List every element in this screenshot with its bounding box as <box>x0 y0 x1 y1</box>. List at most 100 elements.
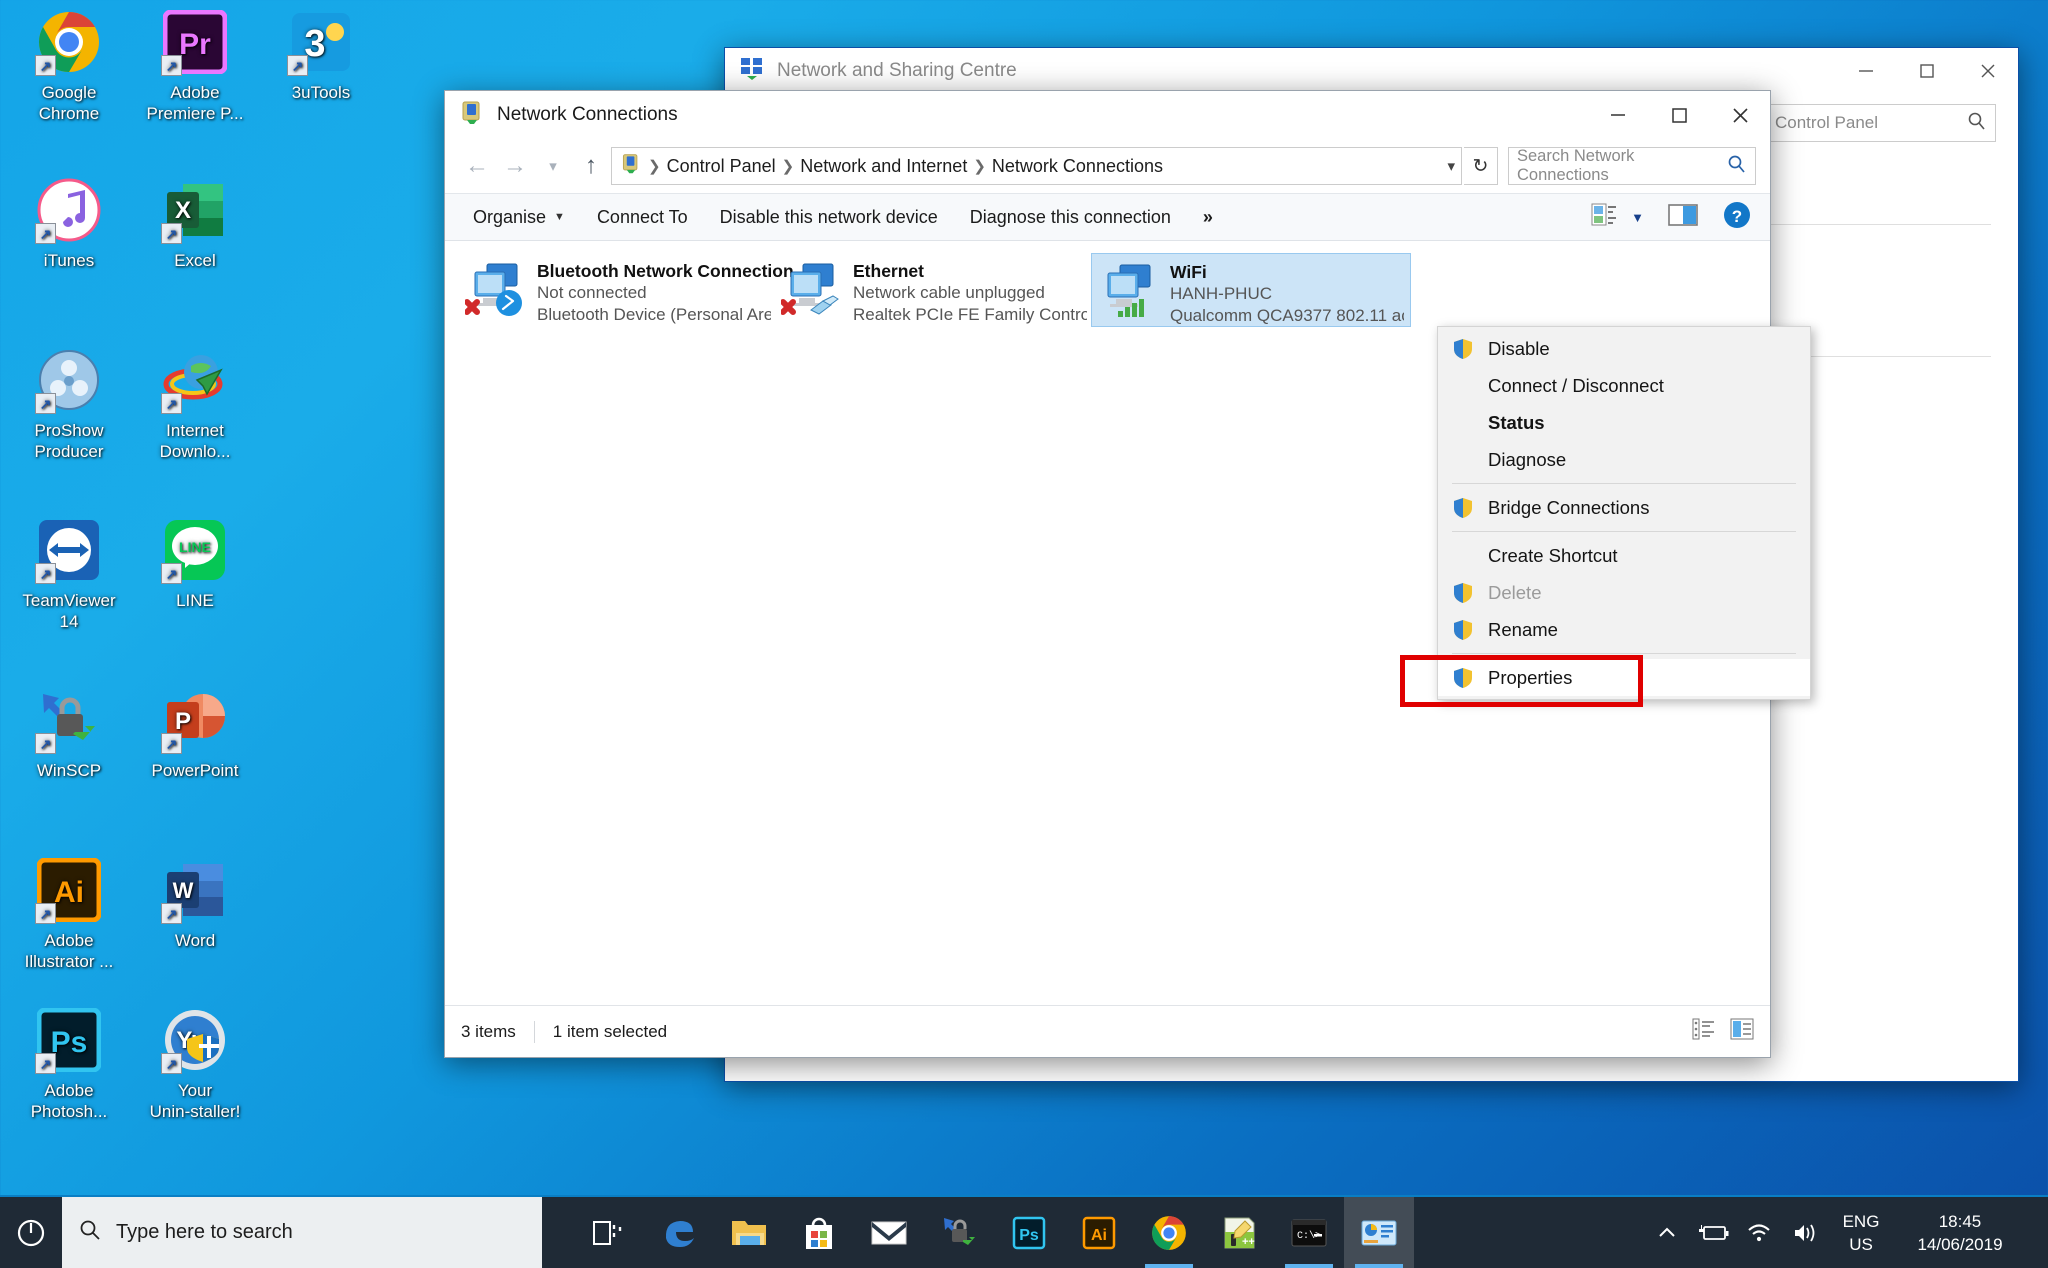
show-hidden-icons-chevron-up-icon[interactable] <box>1644 1196 1690 1268</box>
organise-button[interactable]: Organise ▼ <box>457 200 581 234</box>
chevron-down-icon[interactable]: ▾ <box>1447 157 1455 175</box>
volume-icon[interactable] <box>1782 1196 1828 1268</box>
battery-icon[interactable] <box>1690 1196 1736 1268</box>
nc-title: Network Connections <box>497 104 678 125</box>
shortcut-arrow-icon <box>35 393 56 414</box>
connect-to-button[interactable]: Connect To <box>581 200 704 234</box>
clock[interactable]: 18:45 14/06/2019 <box>1894 1210 2026 1256</box>
taskbar-search-placeholder: Type here to search <box>116 1221 293 1243</box>
desktop-icon-winscp[interactable]: WinSCP <box>6 688 132 781</box>
menu-item-bridge-connections[interactable]: Bridge Connections <box>1438 489 1810 526</box>
control-panel-icon[interactable] <box>1344 1197 1414 1268</box>
details-view-icon[interactable] <box>1692 1018 1716 1045</box>
start-button[interactable] <box>0 1196 62 1268</box>
desktop-icon-itunes[interactable]: iTunes <box>6 178 132 271</box>
breadcrumb[interactable]: ❯ Control Panel ❯ Network and Internet ❯… <box>611 147 1462 185</box>
nsc-close-button[interactable] <box>1957 48 2018 94</box>
file-explorer-icon[interactable] <box>714 1197 784 1268</box>
desktop-icon-adobe-premiere[interactable]: Pr Adobe Premiere P... <box>132 9 258 124</box>
active-indicator <box>1355 1264 1403 1268</box>
preview-pane-icon[interactable] <box>1668 203 1698 232</box>
internet-download-manager-icon <box>161 348 227 414</box>
desktop-icon-label: TeamViewer 14 <box>22 591 116 631</box>
desktop-icon-label: ProShow Producer <box>34 421 104 461</box>
recent-locations-chevron-icon[interactable]: ▾ <box>535 148 571 184</box>
nsc-maximize-button[interactable] <box>1896 48 1957 94</box>
desktop-icon-google-chrome[interactable]: Google Chrome <box>6 10 132 124</box>
connection-item-wifi[interactable]: WiFi HANH-PHUC Qualcomm QCA9377 802.11 a… <box>1091 253 1411 327</box>
view-options-chevron-down-icon[interactable]: ▼ <box>1631 210 1644 225</box>
connection-item-bluetooth[interactable]: Bluetooth Network Connection Not connect… <box>459 253 794 327</box>
menu-item-rename[interactable]: Rename <box>1438 611 1810 648</box>
shield-icon <box>1452 497 1474 519</box>
forward-button[interactable]: → <box>497 148 533 184</box>
breadcrumb-item-network-and-internet[interactable]: Network and Internet <box>800 156 967 177</box>
language-indicator[interactable]: ENG US <box>1828 1210 1894 1256</box>
svg-text:P: P <box>175 708 191 735</box>
chrome-icon[interactable] <box>1134 1197 1204 1268</box>
status-bar: 3 items 1 item selected <box>445 1005 1770 1057</box>
taskbar: Type here to search Ps Ai ++ C:\> ENG US… <box>0 1195 2048 1268</box>
back-button[interactable]: ← <box>459 148 495 184</box>
breadcrumb-root-icon <box>620 153 642 180</box>
menu-separator <box>1452 531 1796 532</box>
diagnose-this-connection-button[interactable]: Diagnose this connection <box>954 200 1187 234</box>
desktop-icon-proshow-producer[interactable]: ProShow Producer <box>6 348 132 462</box>
connection-status: Not connected <box>537 283 647 302</box>
word-icon: W <box>161 858 227 924</box>
nc-search-input[interactable]: Search Network Connections <box>1508 147 1756 185</box>
breadcrumb-item-control-panel[interactable]: Control Panel <box>667 156 776 177</box>
menu-item-label: Bridge Connections <box>1488 496 1650 518</box>
photoshop-icon[interactable]: Ps <box>994 1197 1064 1268</box>
menu-item-connect-disconnect[interactable]: Connect / Disconnect <box>1438 367 1810 404</box>
desktop-icon-teamviewer[interactable]: TeamViewer 14 <box>6 518 132 632</box>
context-menu[interactable]: Disable Connect / Disconnect Status Diag… <box>1437 326 1811 700</box>
disable-this-network-device-button[interactable]: Disable this network device <box>704 200 954 234</box>
svg-text:++: ++ <box>1242 1236 1255 1248</box>
illustrator-icon[interactable]: Ai <box>1064 1197 1134 1268</box>
command-prompt-icon[interactable]: C:\> <box>1274 1197 1344 1268</box>
nsc-minimize-button[interactable] <box>1835 48 1896 94</box>
nsc-search-input[interactable]: Control Panel <box>1766 104 1996 142</box>
toolbar-overflow-button[interactable]: » <box>1187 200 1229 234</box>
desktop-icon-excel[interactable]: X Excel <box>132 178 258 271</box>
microsoft-edge-icon[interactable] <box>644 1197 714 1268</box>
desktop-icon-word[interactable]: W Word <box>132 858 258 951</box>
shortcut-arrow-icon <box>161 1053 182 1074</box>
wifi-icon[interactable] <box>1736 1196 1782 1268</box>
connection-status: HANH-PHUC <box>1170 284 1272 303</box>
network-connections-icon <box>459 100 485 131</box>
large-icons-view-icon[interactable] <box>1730 1018 1754 1045</box>
nc-close-button[interactable] <box>1709 92 1770 138</box>
task-view-icon[interactable] <box>574 1197 644 1268</box>
desktop-icon-adobe-illustrator[interactable]: Ai Adobe Illustrator ... <box>6 857 132 972</box>
breadcrumb-item-network-connections[interactable]: Network Connections <box>992 156 1163 177</box>
nc-maximize-button[interactable] <box>1648 92 1709 138</box>
menu-item-properties[interactable]: Properties <box>1438 659 1810 696</box>
connection-item-ethernet[interactable]: Ethernet Network cable unplugged Realtek… <box>775 253 1093 327</box>
desktop-icon-adobe-photoshop[interactable]: Ps Adobe Photosh... <box>6 1007 132 1122</box>
refresh-button[interactable]: ↻ <box>1464 147 1498 185</box>
up-button[interactable]: ↑ <box>573 148 609 184</box>
microsoft-store-icon[interactable] <box>784 1197 854 1268</box>
menu-item-label: Status <box>1488 411 1545 433</box>
desktop-icon-powerpoint[interactable]: P PowerPoint <box>132 688 258 781</box>
desktop-icon-3utools[interactable]: 3 3uTools <box>258 10 384 103</box>
taskbar-search-input[interactable]: Type here to search <box>62 1197 542 1268</box>
nc-minimize-button[interactable] <box>1587 92 1648 138</box>
desktop-icon-line[interactable]: LINE LINE <box>132 518 258 611</box>
menu-item-disable[interactable]: Disable <box>1438 330 1810 367</box>
menu-item-create-shortcut[interactable]: Create Shortcut <box>1438 537 1810 574</box>
shortcut-arrow-icon <box>35 563 56 584</box>
mail-icon[interactable] <box>854 1197 924 1268</box>
menu-item-diagnose[interactable]: Diagnose <box>1438 441 1810 478</box>
system-tray: ENG US 18:45 14/06/2019 <box>1644 1196 2048 1268</box>
notepadpp-icon[interactable]: ++ <box>1204 1197 1274 1268</box>
connection-name: WiFi <box>1170 262 1207 282</box>
desktop-icon-your-uninstaller[interactable]: Yu Your Unin-staller! <box>132 1008 258 1122</box>
menu-item-status[interactable]: Status <box>1438 404 1810 441</box>
desktop-icon-internet-download-manager[interactable]: Internet Downlo... <box>132 348 258 462</box>
change-view-icon[interactable] <box>1591 203 1617 232</box>
winscp-icon[interactable] <box>924 1197 994 1268</box>
help-icon[interactable]: ? <box>1722 200 1752 235</box>
